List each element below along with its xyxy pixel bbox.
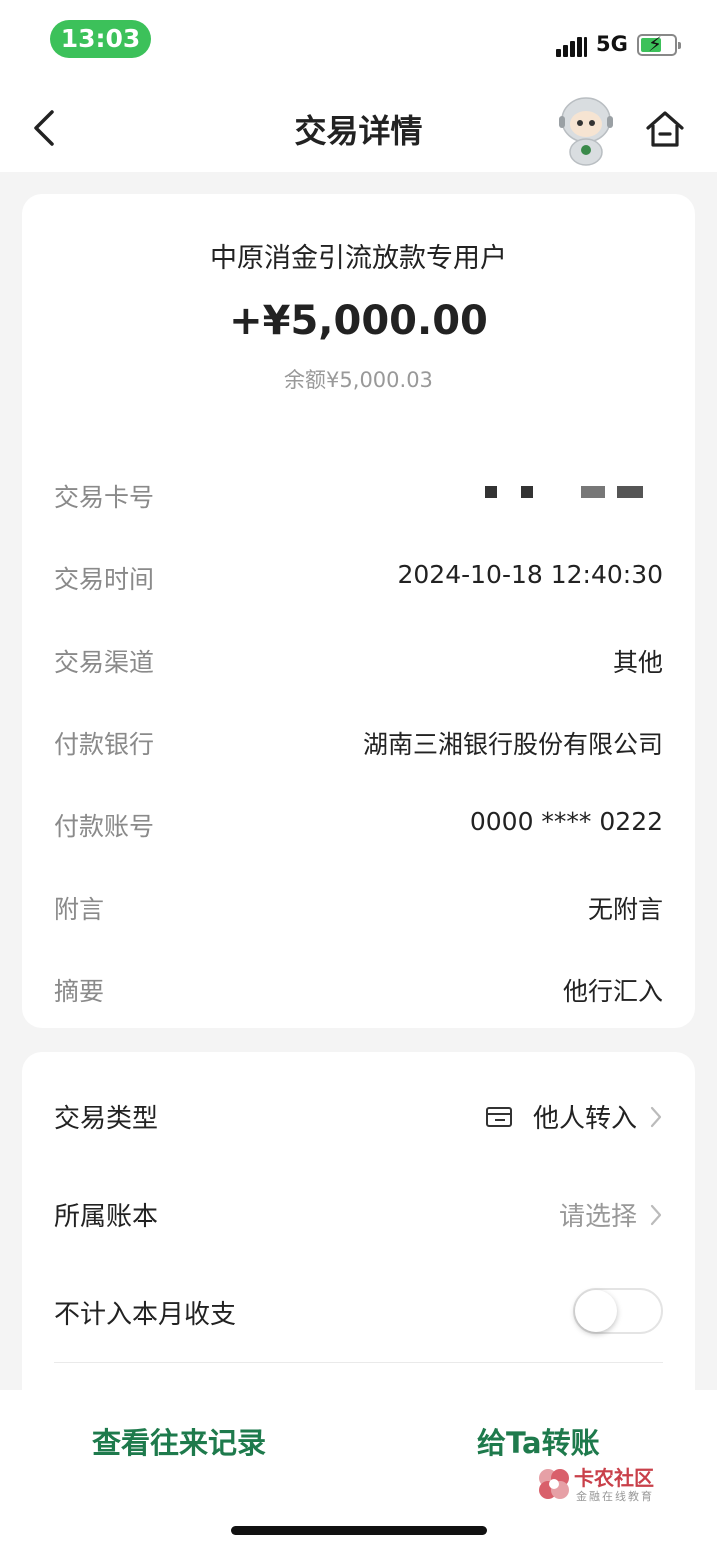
detail-value: 湖南三湘银行股份有限公司 [362,730,663,759]
home-icon[interactable] [644,108,686,150]
transfer-type-icon [485,1106,512,1127]
watermark-name: 卡农社区 [574,1466,654,1490]
detail-label: 付款账号 [54,812,155,841]
detail-label: 摘要 [54,977,105,1006]
status-time: 13:03 [50,20,151,58]
nav-bar: 交易详情 [0,84,717,172]
setting-label: 所属账本 [54,1202,159,1232]
detail-value: 0000 **** 0222 [469,807,663,836]
divider [54,1362,663,1363]
detail-row-payer-bank: 付款银行 湖南三湘银行股份有限公司 [54,725,663,765]
bottom-action-bar: 查看往来记录 给Ta转账 卡农社区 金融在线教育 [0,1390,717,1552]
detail-row-time: 交易时间 2024-10-18 12:40:30 [54,560,663,600]
detail-label: 付款银行 [54,730,155,759]
transaction-amount: +¥5,000.00 [229,298,488,344]
watermark-logo-icon [539,1469,569,1499]
network-label: 5G [596,32,628,56]
detail-label: 交易卡号 [54,483,155,512]
detail-row-channel: 交易渠道 其他 [54,643,663,683]
toggle-knob [575,1290,617,1332]
account-balance: 余额¥5,000.03 [284,368,433,392]
detail-row-card-number: 交易卡号 [54,478,663,518]
detail-label: 交易时间 [54,565,155,594]
detail-label: 附言 [54,895,105,924]
setting-label: 交易类型 [54,1104,159,1134]
chevron-right-icon [650,1106,662,1127]
detail-value: 2024-10-18 12:40:30 [397,560,663,589]
detail-value: 无附言 [587,895,663,924]
transaction-type-row[interactable]: 交易类型 他人转入 [54,1092,663,1142]
home-indicator[interactable] [231,1526,487,1535]
payer-name: 中原消金引流放款专用户 [210,243,507,274]
watermark-tagline: 金融在线教育 [576,1490,654,1503]
assistant-avatar-icon[interactable] [555,94,617,166]
transaction-type-value[interactable]: 他人转入 [485,1098,663,1135]
status-bar: 13:03 5G ⚡ [0,0,717,84]
setting-label: 不计入本月收支 [54,1300,237,1330]
watermark: 卡农社区 金融在线教育 [536,1462,666,1508]
exclude-month-row: 不计入本月收支 [54,1288,663,1338]
transfer-to-button[interactable]: 给Ta转账 [477,1420,600,1462]
transaction-summary-card: 中原消金引流放款专用户 +¥5,000.00 余额¥5,000.03 交易卡号 … [22,194,695,1028]
battery-icon: ⚡ [637,32,681,56]
detail-value: 他行汇入 [562,977,663,1006]
exclude-month-toggle[interactable] [573,1288,663,1334]
detail-row-remark: 附言 无附言 [54,890,663,930]
detail-value: 其他 [612,648,663,677]
detail-row-summary: 摘要 他行汇入 [54,972,663,1012]
detail-row-payer-account: 付款账号 0000 **** 0222 [54,807,663,847]
signal-icon [556,35,588,57]
account-book-placeholder: 请选择 [558,1202,637,1232]
transaction-type-text: 他人转入 [532,1104,637,1134]
masked-card-number [485,486,645,500]
account-book-row[interactable]: 所属账本 请选择 [54,1190,663,1240]
chevron-right-icon [650,1204,662,1225]
view-history-button[interactable]: 查看往来记录 [92,1420,266,1462]
account-book-select[interactable]: 请选择 [559,1196,663,1233]
detail-label: 交易渠道 [54,648,155,677]
